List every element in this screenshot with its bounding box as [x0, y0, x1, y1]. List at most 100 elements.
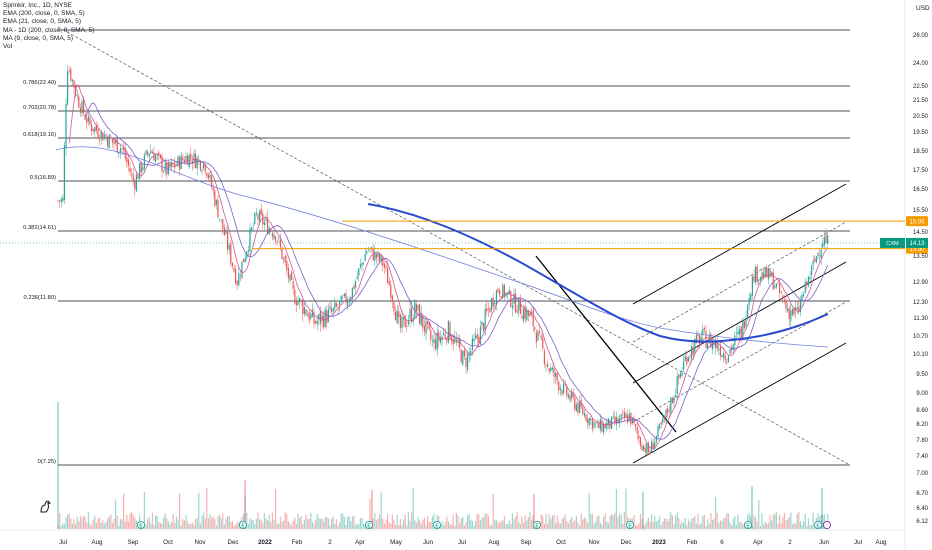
volume-bar [441, 521, 443, 529]
volume-bar [788, 517, 790, 529]
volume-bar [398, 524, 400, 529]
volume-bar [175, 516, 177, 529]
volume-bar [731, 525, 733, 529]
candle-body [563, 383, 565, 394]
candle-body [545, 365, 547, 366]
volume-bar [303, 519, 305, 529]
volume-bar [337, 525, 339, 529]
legend-ema21[interactable]: EMA (21, close, 0, SMA, 5) [3, 18, 94, 26]
legend-ma9[interactable]: MA (9, close, 0, SMA, 5) [3, 35, 94, 43]
candle-body [97, 129, 99, 138]
volume-bar [345, 524, 347, 529]
candle-body [113, 140, 115, 144]
volume-bar [155, 515, 157, 529]
y-tick-label: 7.40 [916, 454, 928, 460]
volume-bar [518, 521, 520, 529]
volume-bar [419, 520, 421, 529]
volume-bar [167, 521, 169, 529]
candle-body [775, 283, 777, 288]
volume-bar [804, 513, 806, 529]
volume-bar [729, 521, 731, 529]
volume-bar [307, 518, 309, 529]
volume-bar [603, 517, 605, 529]
candle-body [489, 307, 491, 313]
candle-body [255, 213, 257, 215]
volume-bar [321, 518, 323, 529]
candle-body [523, 308, 525, 321]
symbol-title[interactable]: Sprinklr, Inc., 1D, NYSE [3, 2, 94, 10]
volume-bar [585, 519, 587, 529]
legend-vol[interactable]: Vol [3, 43, 94, 51]
x-tick-label: 6 [720, 539, 724, 546]
volume-bar [313, 524, 315, 529]
candle-body [735, 333, 737, 334]
volume-bar [427, 516, 429, 529]
y-tick-label: 9.00 [916, 391, 928, 397]
volume-bar [159, 522, 161, 529]
legend-ma200[interactable]: MA - 1D (200, close, 0, SMA, 5) [3, 27, 94, 35]
candle-body [307, 314, 309, 317]
split-event-icon[interactable] [822, 520, 832, 530]
volume-bar [579, 525, 581, 529]
y-tick-label: 12.90 [913, 280, 929, 286]
candle-body [263, 222, 265, 226]
candle-body [396, 310, 398, 324]
volume-bar [782, 517, 784, 529]
volume-bar [334, 523, 336, 529]
price-chart[interactable]: 0(7.25) 0.236(11.80) 0.382(14.61) 0.5(16.89… [0, 0, 932, 550]
volume-bar [772, 514, 774, 529]
candle-body [347, 301, 349, 306]
volume-bar [494, 519, 496, 529]
candle-body [131, 172, 133, 174]
volume-bar [595, 521, 597, 529]
candle-body [691, 346, 693, 359]
volume-bar [495, 520, 497, 529]
volume-bar [582, 519, 584, 529]
volume-bar [447, 521, 449, 529]
candle-body [539, 331, 541, 333]
y-tick-label: 13.50 [913, 254, 929, 260]
candle-body [455, 339, 457, 343]
candle-body [583, 412, 585, 416]
volume-bar [377, 518, 379, 529]
candle-body [300, 300, 302, 301]
volume-bar [415, 522, 417, 529]
candle-body [286, 260, 288, 270]
volume-bar [785, 520, 787, 529]
candle-body [401, 316, 403, 329]
volume-bar [326, 516, 328, 529]
volume-bar [207, 518, 209, 529]
candle-body [699, 335, 701, 346]
candle-body [140, 162, 142, 173]
y-tick-label: 8.20 [916, 422, 928, 428]
candle-body [107, 138, 109, 147]
volume-bar [580, 513, 582, 529]
volume-bar [228, 515, 230, 529]
candle-body [231, 262, 233, 267]
candle-body [788, 308, 790, 320]
volume-bar [795, 523, 797, 529]
volume-bar [644, 523, 646, 529]
legend-ema200[interactable]: EMA (200, close, 0, SMA, 5) [3, 10, 94, 18]
fib-level-label: 0.236(11.80) [24, 295, 57, 301]
y-tick-label: 12.30 [913, 300, 929, 306]
volume-bar [556, 515, 558, 529]
volume-bar [407, 512, 409, 529]
volume-bar [220, 518, 222, 529]
tradingview-logo-icon[interactable] [38, 498, 54, 514]
candle-body [324, 309, 326, 327]
volume-bar [100, 523, 102, 529]
candle-body [785, 300, 787, 309]
candle-body [299, 297, 301, 303]
volume-bar [727, 513, 729, 529]
candle-body [142, 167, 144, 171]
y-tick-label: 24.00 [913, 61, 929, 67]
volume-bar [459, 523, 461, 529]
candle-body [452, 338, 454, 345]
candle-body [283, 257, 285, 259]
candle-body [487, 308, 489, 310]
volume-bar [492, 493, 494, 529]
volume-bar [395, 525, 397, 529]
volume-bar [771, 520, 773, 529]
candle-body [353, 285, 355, 289]
